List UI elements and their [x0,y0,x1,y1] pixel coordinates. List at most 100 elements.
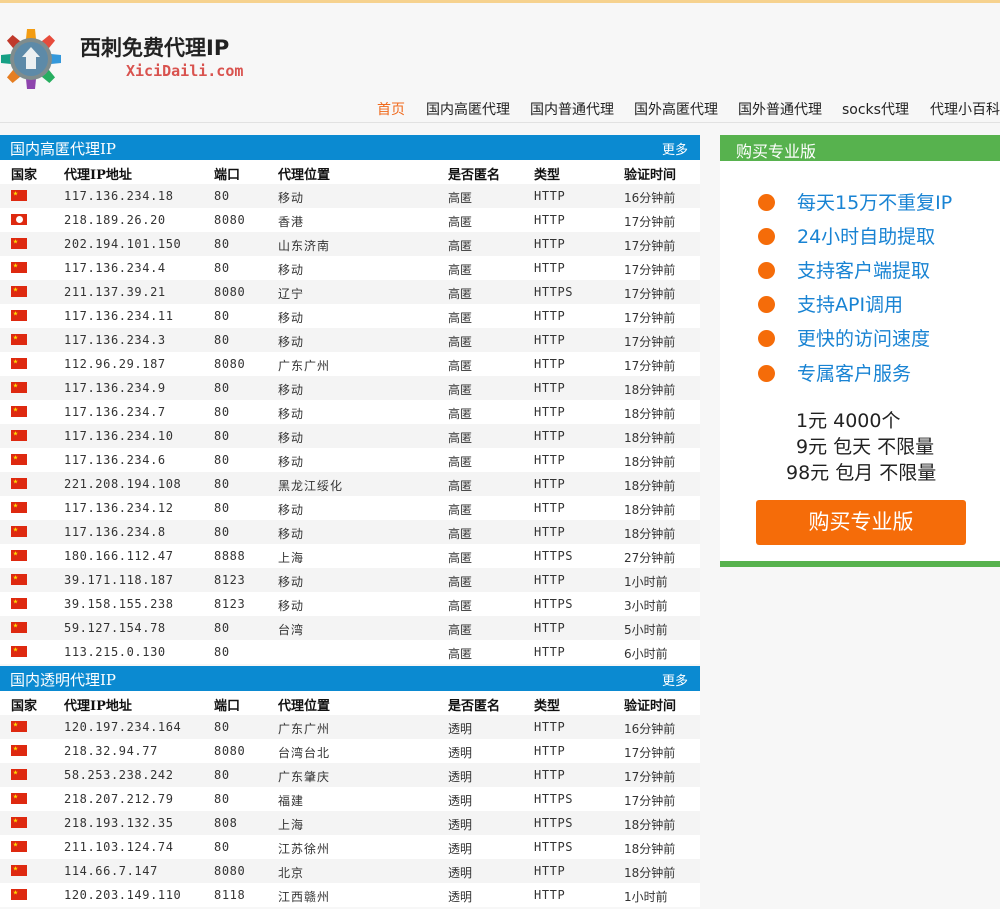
cn-flag-icon [11,526,27,537]
ip-cell: 218.193.132.35 [64,816,174,830]
location-cell: 移动 [278,599,305,613]
nav-wiki[interactable]: 代理小百科 [930,99,1000,119]
country-cell [11,357,27,371]
country-cell [11,333,27,347]
port-cell: 80 [214,477,230,491]
ip-cell: 117.136.234.10 [64,429,174,443]
location-cell: 移动 [278,503,305,517]
country-cell [11,477,27,491]
location-cell: 上海 [278,818,305,832]
more-link[interactable]: 更多 [662,670,688,689]
port-cell: 80 [214,429,230,443]
country-cell [11,840,27,854]
table-row: 218.193.132.35 808 上海 透明 HTTPS 18分钟前 [0,811,700,835]
port-cell: 8118 [214,888,246,902]
buy-pro-button[interactable]: 购买专业版 [756,500,966,545]
country-cell [11,501,27,515]
ip-cell: 211.137.39.21 [64,285,166,299]
table-body: 120.197.234.164 80 广东广州 透明 HTTP 16分钟前 218.32.9… [0,715,700,907]
anonymity-cell: 透明 [448,722,473,736]
location-cell: 广东广州 [278,722,331,736]
location-cell: 辽宁 [278,287,305,301]
cn-flag-icon [11,889,27,900]
anonymity-cell: 高匿 [448,527,473,541]
cn-flag-icon [11,454,27,465]
col-time: 验证时间 [624,699,677,714]
col-anonymity: 是否匿名 [448,168,501,183]
type-cell: HTTP [534,405,566,419]
port-cell: 80 [214,645,230,659]
location-cell: 移动 [278,335,305,349]
cn-flag-icon [11,865,27,876]
table-row: 114.66.7.147 8080 北京 透明 HTTP 18分钟前 [0,859,700,883]
anonymity-cell: 高匿 [448,263,473,277]
table-row: 211.103.124.74 80 江苏徐州 透明 HTTPS 18分钟前 [0,835,700,859]
cn-flag-icon [11,769,27,780]
hk-flag-icon [11,214,27,225]
anonymity-cell: 高匿 [448,599,473,613]
country-cell [11,213,27,227]
feature-text: 支持客户端提取 [797,260,931,282]
table-row: 221.208.194.108 80 黑龙江绥化 高匿 HTTP 18分钟前 [0,472,700,496]
table-row: 117.136.234.6 80 移动 高匿 HTTP 18分钟前 [0,448,700,472]
time-cell: 3小时前 [624,599,668,613]
location-cell: 移动 [278,311,305,325]
more-link[interactable]: 更多 [662,139,688,158]
feature-item: 24小时自助提取 [758,222,935,249]
nav-foreign-transparent[interactable]: 国外普通代理 [738,99,822,119]
ip-cell: 202.194.101.150 [64,237,182,251]
time-cell: 18分钟前 [624,503,676,517]
table-row: 117.136.234.12 80 移动 高匿 HTTP 18分钟前 [0,496,700,520]
ip-cell: 117.136.234.6 [64,453,166,467]
anonymity-cell: 高匿 [448,551,473,565]
ip-cell: 211.103.124.74 [64,840,174,854]
cn-flag-icon [11,382,27,393]
ip-cell: 59.127.154.78 [64,621,166,635]
port-cell: 8123 [214,573,246,587]
type-cell: HTTPS [534,792,574,806]
table-header-row: 国家 代理IP地址 端口 代理位置 是否匿名 类型 验证时间 [0,160,700,184]
ip-cell: 218.207.212.79 [64,792,174,806]
ip-cell: 39.158.155.238 [64,597,174,611]
time-cell: 18分钟前 [624,527,676,541]
ip-cell: 117.136.234.11 [64,309,174,323]
time-cell: 17分钟前 [624,287,676,301]
nav-domestic-elite[interactable]: 国内高匿代理 [426,99,510,119]
nav-domestic-transparent[interactable]: 国内普通代理 [530,99,614,119]
nav-socks[interactable]: socks代理 [842,99,909,119]
time-cell: 5小时前 [624,623,668,637]
country-cell [11,792,27,806]
ip-cell: 117.136.234.7 [64,405,166,419]
time-cell: 18分钟前 [624,383,676,397]
time-cell: 17分钟前 [624,359,676,373]
time-cell: 17分钟前 [624,335,676,349]
anonymity-cell: 透明 [448,770,473,784]
cn-flag-icon [11,817,27,828]
cn-flag-icon [11,286,27,297]
ip-cell: 120.203.149.110 [64,888,182,902]
country-cell [11,888,27,902]
location-cell: 移动 [278,455,305,469]
bullet-icon [758,194,775,211]
cn-flag-icon [11,334,27,345]
type-cell: HTTP [534,525,566,539]
port-cell: 80 [214,768,230,782]
table-row: 117.136.234.4 80 移动 高匿 HTTP 17分钟前 [0,256,700,280]
anonymity-cell: 高匿 [448,455,473,469]
type-cell: HTTP [534,573,566,587]
table-row: 202.194.101.150 80 山东济南 高匿 HTTP 17分钟前 [0,232,700,256]
time-cell: 17分钟前 [624,215,676,229]
nav-foreign-elite[interactable]: 国外高匿代理 [634,99,718,119]
col-port: 端口 [214,168,241,183]
col-country: 国家 [11,168,38,183]
time-cell: 18分钟前 [624,479,676,493]
feature-text: 专属客户服务 [797,363,912,385]
cn-flag-icon [11,574,27,585]
price-line: 1元 4000个 [796,410,901,432]
table-row: 113.215.0.130 80 高匿 HTTP 6小时前 [0,640,700,664]
nav-home[interactable]: 首页 [377,99,405,119]
country-cell [11,768,27,782]
location-cell: 移动 [278,383,305,397]
cn-flag-icon [11,310,27,321]
location-cell: 山东济南 [278,239,331,253]
